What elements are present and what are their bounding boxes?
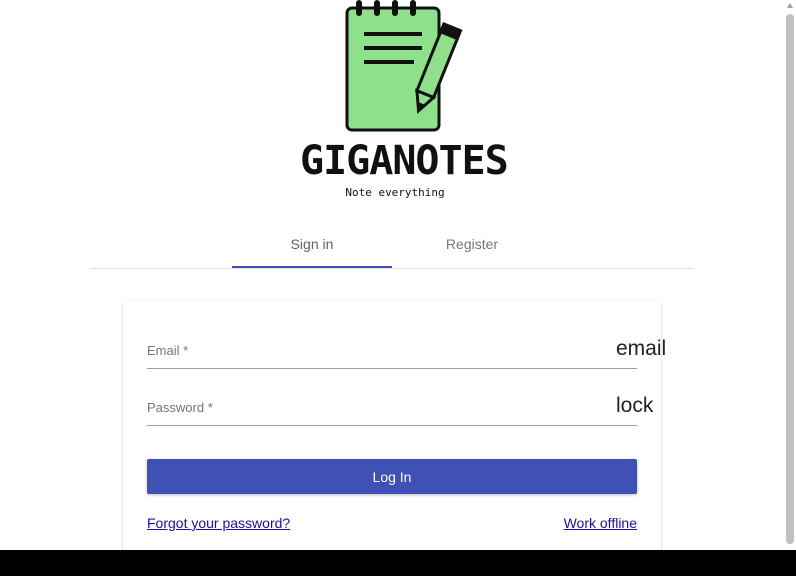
- login-card: Email * email Password * lock Log In For…: [123, 301, 666, 561]
- work-offline-link[interactable]: Work offline: [564, 515, 637, 531]
- tab-register[interactable]: Register: [392, 228, 552, 268]
- auth-tabs: Sign in Register: [90, 228, 693, 269]
- email-icon: email: [616, 337, 667, 360]
- scroll-up-arrow-icon[interactable]: [787, 3, 793, 8]
- logo-title: GIGANOTES: [300, 138, 509, 184]
- bottom-bar: [0, 550, 796, 576]
- password-field[interactable]: Password * lock: [147, 386, 653, 426]
- password-input[interactable]: [147, 386, 607, 426]
- login-button[interactable]: Log In: [147, 459, 637, 494]
- vertical-scrollbar[interactable]: [784, 0, 796, 550]
- email-field[interactable]: Email * email: [147, 329, 666, 369]
- scroll-thumb[interactable]: [786, 14, 794, 544]
- lock-icon: lock: [616, 394, 654, 417]
- tab-sign-in[interactable]: Sign in: [232, 228, 392, 268]
- email-input[interactable]: [147, 329, 607, 369]
- active-tab-indicator: [232, 266, 392, 268]
- forgot-password-link[interactable]: Forgot your password?: [147, 515, 290, 531]
- notepad-pencil-icon: [345, 0, 463, 132]
- logo-tagline: Note everything: [345, 186, 445, 199]
- app-logo: GIGANOTES Note everything: [300, 0, 509, 200]
